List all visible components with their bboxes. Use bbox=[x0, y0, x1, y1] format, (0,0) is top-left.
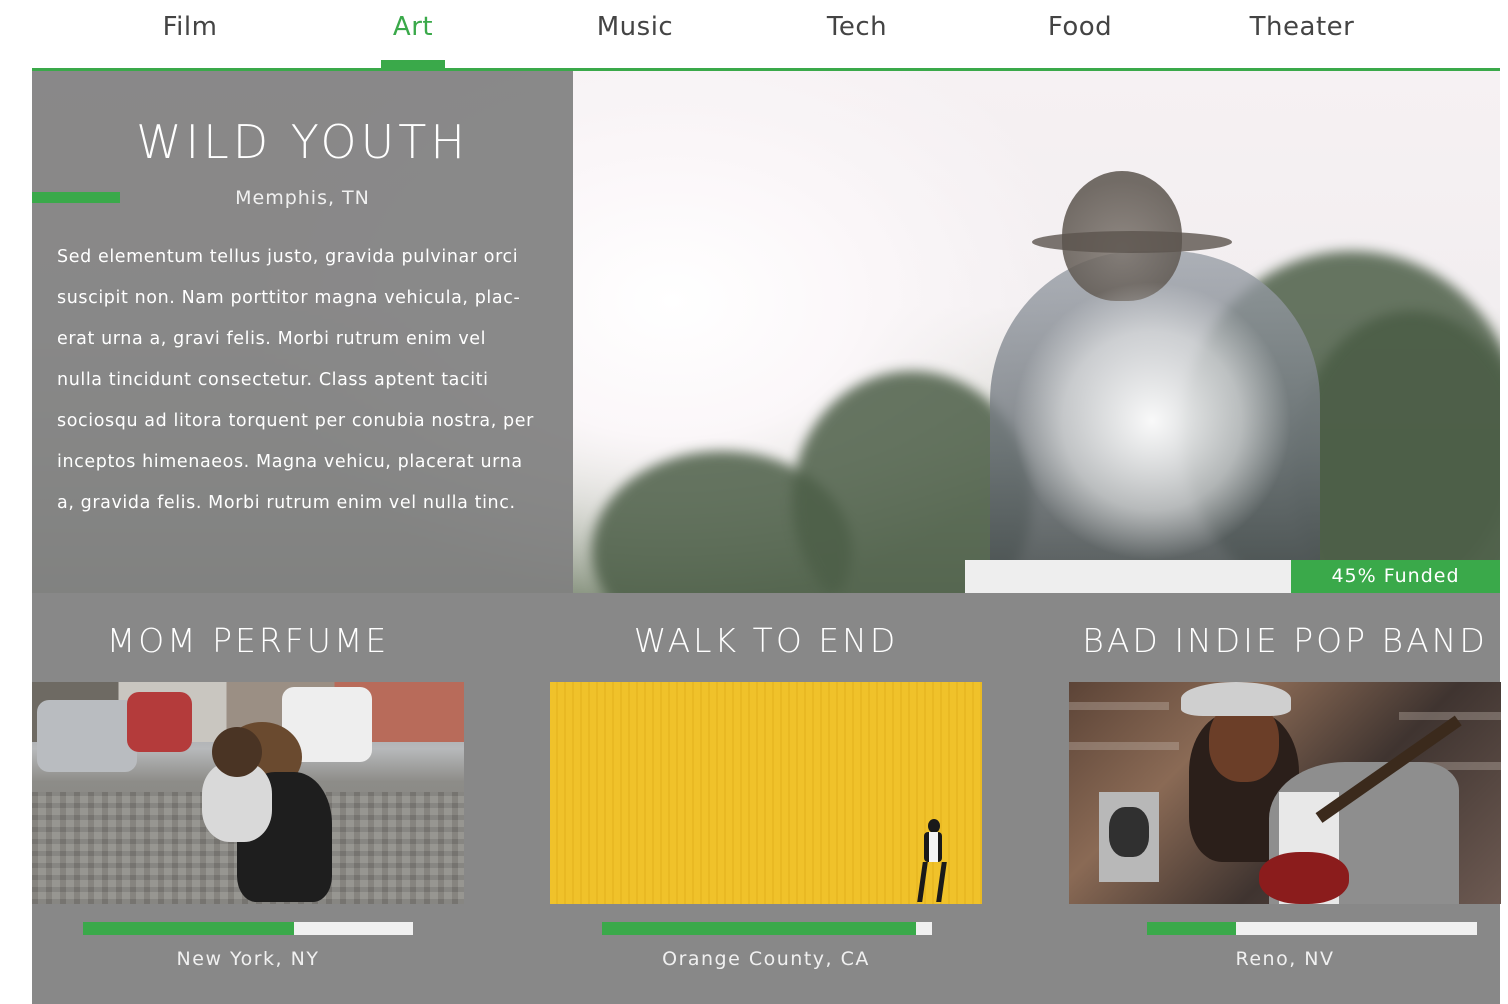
project-title: BAD INDIE POP BAND bbox=[1082, 621, 1488, 660]
featured-description: Sed elementum tellus justo, gravida pulv… bbox=[57, 247, 534, 513]
project-progress bbox=[602, 922, 932, 935]
funding-progress-track bbox=[965, 560, 1291, 593]
category-nav: Film Art Music Tech Food Theater bbox=[32, 0, 1500, 72]
project-location: Orange County, CA bbox=[662, 948, 870, 970]
project-image bbox=[32, 682, 464, 904]
project-progress-fill bbox=[83, 922, 295, 935]
featured-project[interactable]: WILD YOUTH Memphis, TN Sed elementum tel… bbox=[32, 71, 1500, 593]
project-image bbox=[550, 682, 982, 904]
project-grid: MOM PERFUME New York, NY WALK TO END Ora… bbox=[32, 593, 1501, 1004]
project-card-mom-perfume[interactable]: MOM PERFUME New York, NY bbox=[32, 593, 464, 1004]
tab-theater[interactable]: Theater bbox=[1222, 12, 1382, 68]
tab-music[interactable]: Music bbox=[555, 12, 715, 68]
featured-title: WILD YOUTH bbox=[136, 115, 469, 169]
featured-location: Memphis, TN bbox=[235, 187, 370, 209]
project-location: New York, NY bbox=[176, 948, 320, 970]
tab-art[interactable]: Art bbox=[333, 12, 493, 69]
project-progress bbox=[83, 922, 413, 935]
tab-food[interactable]: Food bbox=[1000, 12, 1160, 68]
tab-label: Food bbox=[1047, 12, 1113, 42]
project-location: Reno, NV bbox=[1235, 948, 1335, 970]
project-card-bad-indie-pop-band[interactable]: BAD INDIE POP BAND Reno, NV bbox=[1069, 593, 1501, 1004]
project-progress-fill bbox=[602, 922, 916, 935]
project-title: MOM PERFUME bbox=[106, 621, 390, 660]
project-image bbox=[1069, 682, 1501, 904]
project-title: WALK TO END bbox=[633, 621, 899, 660]
tab-label: Music bbox=[596, 12, 674, 42]
tab-tech[interactable]: Tech bbox=[777, 12, 937, 68]
project-card-walk-to-end[interactable]: WALK TO END Orange County, CA bbox=[550, 593, 982, 1004]
project-progress bbox=[1147, 922, 1477, 935]
featured-info-panel: WILD YOUTH Memphis, TN Sed elementum tel… bbox=[32, 71, 573, 593]
project-progress-fill bbox=[1147, 922, 1237, 935]
tab-label: Tech bbox=[826, 12, 888, 42]
tab-label: Theater bbox=[1249, 12, 1355, 42]
tab-film[interactable]: Film bbox=[110, 12, 270, 68]
tab-label: Art bbox=[392, 12, 434, 42]
funding-badge: 45% Funded bbox=[1291, 560, 1500, 593]
tab-label: Film bbox=[162, 12, 218, 42]
